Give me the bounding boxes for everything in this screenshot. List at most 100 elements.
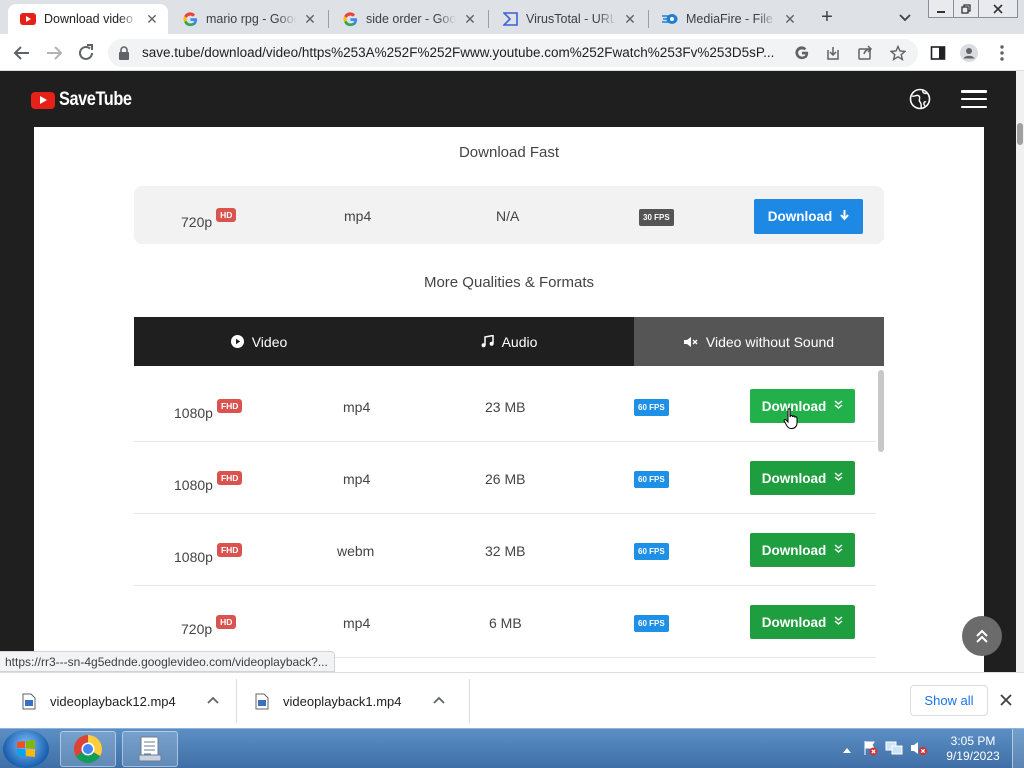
show-desktop-button[interactable] [1012,729,1024,768]
show-hidden-icons-icon[interactable] [842,742,852,757]
volume-muted-icon[interactable] [910,740,928,759]
google-lens-icon[interactable] [793,44,811,62]
back-button[interactable] [10,41,34,65]
browser-tab-virustotal[interactable]: VirusTotal - URL - ✕ [490,4,646,34]
close-tab-icon[interactable]: ✕ [144,11,160,27]
quality-text: 1080p [174,477,213,493]
download-fast-button[interactable]: Download [754,199,863,234]
browser-tab-strip: Download video f ✕ mario rpg - Goog ✕ si… [0,0,1024,34]
browser-tab-side-order[interactable]: side order - Goog ✕ [330,4,486,34]
fps-badge: 60 FPS [634,471,669,488]
download-button[interactable]: Download [750,533,855,567]
download-divider [469,679,470,723]
taskbar-chrome-button[interactable] [60,731,116,767]
lock-icon[interactable] [118,46,130,63]
url-text[interactable]: save.tube/download/video/https%253A%252F… [142,45,792,60]
music-note-icon [481,335,494,348]
size-cell: 6 MB [489,615,522,631]
browser-tab-savetube[interactable]: Download video f ✕ [8,4,168,34]
forward-button[interactable] [42,41,66,65]
profile-avatar-icon[interactable] [957,41,981,65]
browser-menu-icon[interactable] [990,41,1014,65]
download-item[interactable]: videoplayback12.mp4 [22,673,220,729]
minimize-window-button[interactable] [928,0,954,18]
install-app-icon[interactable] [824,44,842,62]
scrollbar-thumb[interactable] [1017,123,1023,145]
hand-pointer-cursor-icon [783,408,799,433]
action-center-flag-icon[interactable] [862,740,878,759]
format-cell: mp4 [343,471,371,487]
windows-taskbar: 3:05 PM 9/19/2023 [0,728,1024,768]
close-downloads-bar-icon[interactable] [997,691,1015,709]
download-button[interactable]: Download [750,389,855,423]
youtube-icon [20,11,36,27]
button-label: Download [767,209,833,224]
double-chevron-down-icon [834,616,843,628]
google-icon [342,11,358,27]
tab-divider [328,10,329,28]
fps-badge: 60 FPS [634,615,669,632]
download-button[interactable]: Download [750,605,855,639]
share-icon[interactable] [856,44,874,62]
tab-title: mario rpg - Goog [206,12,296,26]
download-arrow-icon [840,209,850,224]
fps-badge: 60 FPS [634,543,669,560]
double-chevron-up-icon [976,629,988,643]
fhd-badge: FHD [216,543,243,557]
google-icon [182,11,198,27]
close-tab-icon[interactable]: ✕ [462,11,478,27]
close-window-button[interactable] [978,0,1018,18]
close-tab-icon[interactable]: ✕ [782,11,798,27]
site-menu-hamburger-icon[interactable] [961,90,987,109]
button-label: Download [761,470,827,486]
close-tab-icon[interactable]: ✕ [302,11,318,27]
tab-video[interactable]: Video [134,317,384,366]
quality-cell: 1080p FHD [174,543,243,565]
side-panel-icon[interactable] [926,41,950,65]
address-bar[interactable]: save.tube/download/video/https%253A%252F… [108,39,918,67]
clock-time: 3:05 PM [950,734,996,748]
bookmark-star-icon[interactable] [889,44,907,62]
quality-cell: 1080p FHD [174,399,243,421]
button-label: Download [761,542,827,558]
clock-date: 9/19/2023 [946,749,1000,763]
start-button[interactable] [3,730,49,768]
tab-title: MediaFire - File sh [686,12,776,26]
chevron-up-icon[interactable] [432,694,446,708]
browser-tab-mario-rpg[interactable]: mario rpg - Goog ✕ [170,4,326,34]
tab-video-without-sound[interactable]: Video without Sound [634,317,884,366]
chevron-up-icon[interactable] [206,694,220,708]
document-icon [138,736,162,762]
page-scrollbar[interactable] [1016,71,1024,672]
show-all-downloads-button[interactable]: Show all [910,685,988,716]
download-fast-heading: Download Fast [458,144,560,161]
scroll-to-top-button[interactable] [962,616,1002,656]
format-cell: mp4 [343,615,371,631]
savetube-logo[interactable]: SaveTube [31,89,143,111]
list-scrollbar[interactable] [878,370,884,452]
tab-title: side order - Goog [366,12,456,26]
video-file-icon [22,693,36,710]
download-fast-row: 720p HD mp4 N/A 30 FPS Download [134,186,884,244]
download-button[interactable]: Download [750,461,855,495]
format-cell: mp4 [343,399,371,415]
size-cell: 26 MB [485,471,526,487]
taskbar-clock[interactable]: 3:05 PM 9/19/2023 [944,734,1002,764]
tab-search-chevron-icon[interactable] [896,8,914,26]
size-cell: 23 MB [485,399,526,415]
virustotal-icon [502,11,518,27]
tab-title: Download video f [44,12,138,26]
browser-tab-mediafire[interactable]: MediaFire - File sh ✕ [650,4,806,34]
hd-badge: HD [216,615,237,629]
size-cell: N/A [496,208,520,224]
tab-label: Video without Sound [705,333,835,350]
taskbar-explorer-button[interactable] [122,731,178,767]
restore-window-button[interactable] [953,0,979,18]
close-tab-icon[interactable]: ✕ [622,11,638,27]
language-globe-icon[interactable] [909,88,931,113]
reload-button[interactable] [74,41,98,65]
tab-audio[interactable]: Audio [384,317,634,366]
network-icon[interactable] [885,740,903,759]
new-tab-button[interactable]: + [815,6,839,30]
download-item[interactable]: videoplayback1.mp4 [255,673,446,729]
